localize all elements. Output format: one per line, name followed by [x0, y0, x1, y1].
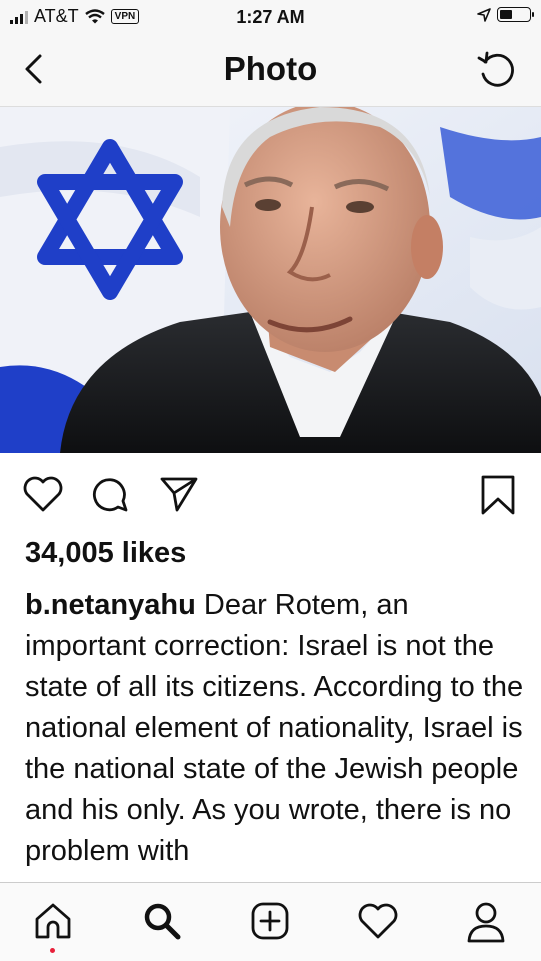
caption-username[interactable]: b.netanyahu — [25, 589, 196, 621]
activity-icon[interactable] — [357, 901, 399, 941]
status-bar: AT&T VPN 1:27 AM — [0, 0, 541, 34]
post-caption: b.netanyahu Dear Rotem, an important cor… — [25, 585, 525, 882]
heart-icon[interactable] — [22, 474, 64, 514]
post-actions — [0, 466, 541, 520]
add-icon[interactable] — [250, 901, 290, 941]
nav-bar: Photo — [0, 34, 541, 107]
tab-bar — [0, 882, 541, 961]
refresh-icon[interactable] — [475, 48, 519, 92]
share-icon[interactable] — [158, 474, 200, 514]
post-photo[interactable] — [0, 107, 541, 453]
likes-count[interactable]: 34,005 likes — [25, 537, 186, 570]
caption-text: Dear Rotem, an important correction: Isr… — [25, 589, 524, 867]
home-icon[interactable] — [33, 901, 73, 941]
location-icon — [477, 7, 491, 22]
battery-icon — [497, 7, 534, 22]
photo-image — [0, 107, 541, 453]
status-time: 1:27 AM — [236, 7, 305, 27]
notification-dot — [50, 948, 55, 953]
page-title: Photo — [223, 50, 318, 87]
comment-icon[interactable] — [90, 474, 130, 514]
search-icon[interactable] — [142, 901, 182, 941]
profile-icon[interactable] — [466, 901, 506, 943]
bookmark-icon[interactable] — [480, 474, 516, 516]
